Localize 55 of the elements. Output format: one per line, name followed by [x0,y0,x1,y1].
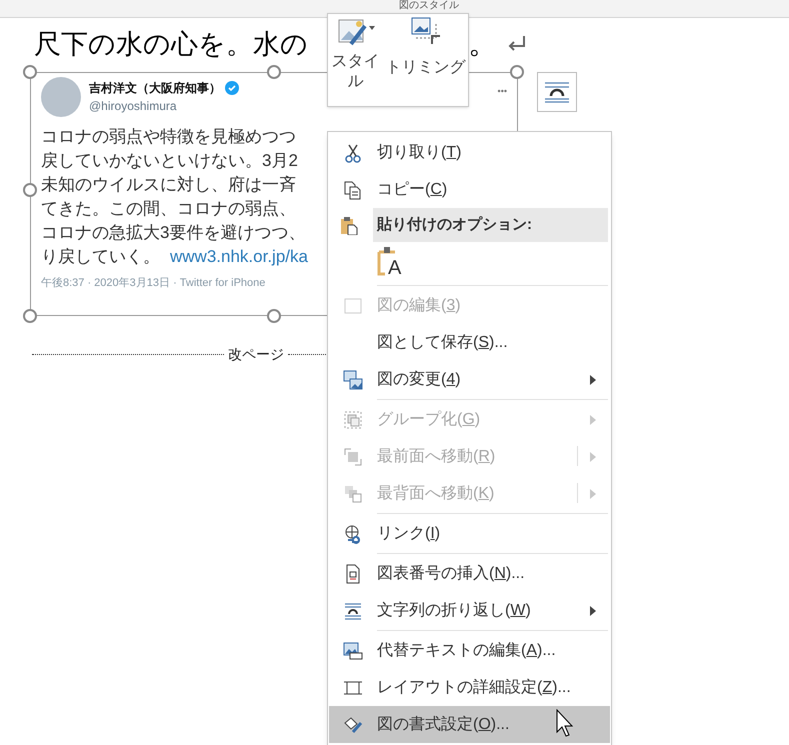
bring-forward-icon [343,446,363,466]
menu-item[interactable]: 図の書式設定(O)... [329,706,610,743]
menu-item[interactable]: 図の変更(4) [329,361,610,398]
more-icon[interactable]: ••• [498,85,507,98]
tweet-text-line: 未知のウイルスに対し、府は一斉 [41,174,296,196]
tweet-author: 吉村洋文（大阪府知事） [89,80,221,97]
layout-options-button[interactable] [537,72,577,112]
globe-link-icon [343,524,363,544]
menu-item[interactable]: 図として保存(S)... [329,324,610,361]
page-break-label: 改ページ [227,345,285,364]
submenu-arrow-icon [590,415,596,425]
copy-icon [343,180,363,200]
ribbon-group-label: 図のスタイル [399,0,459,11]
resize-handle[interactable] [267,309,281,323]
menu-item[interactable]: リンク(I) [329,515,610,552]
submenu-arrow-icon [590,452,596,462]
format-paint-icon [343,714,363,734]
resize-handle[interactable] [23,65,37,79]
group-icon [343,410,363,430]
resize-handle[interactable] [510,65,524,79]
text-wrap-icon [544,80,570,104]
menu-item[interactable]: 図表番号の挿入(N)... [329,555,610,592]
tweet-text-line: てきた。この間、コロナの弱点、 [41,198,296,220]
avatar [41,77,81,117]
tweet-text-line: コロナの急拡大3要件を避けつつ、 [41,222,306,244]
heading-text: 尺下の水の心を。水の [34,28,308,61]
scissors-icon [343,142,363,162]
tweet-text-line: コロナの弱点や特徴を見極めつつ [41,126,296,148]
tweet-text-line: り戻していく。 www3.nhk.or.jp/ka [41,246,308,268]
menu-item[interactable]: 文字列の折り返し(W) [329,592,610,629]
clipboard-icon [339,215,359,235]
tweet-footer: 午後8:37 · 2020年3月13日 · Twitter for iPhone [41,275,266,292]
menu-item[interactable]: 代替テキストの編集(A)... [329,632,610,669]
tweet-link[interactable]: www3.nhk.or.jp/ka [170,247,308,266]
send-backward-icon [343,484,363,504]
submenu-arrow-icon [590,606,596,616]
submenu-arrow-icon [590,375,596,385]
picture-swap-icon [343,370,363,390]
toolbar-button[interactable]: スタイル [328,16,382,106]
text-wrap-icon [343,600,363,620]
menu-item[interactable]: コピー(C) [329,171,610,208]
keep-text-only-button[interactable]: A [377,246,407,280]
menu-item[interactable]: レイアウトの詳細設定(Z)... [329,669,610,706]
alt-text-icon [343,640,363,660]
tweet-handle: @hiroyoshimura [89,98,178,115]
resize-handle[interactable] [23,183,37,197]
paragraph-mark-icon [508,36,526,52]
resize-handle[interactable] [23,309,37,323]
submenu-arrow-icon [590,489,596,499]
tweet-text-line: 戻していかないといけない。3月2 [41,150,298,172]
menu-item[interactable]: 切り取り(T) [329,134,610,171]
heading-text: 。 [468,26,498,62]
mouse-cursor-icon [556,709,576,737]
resize-handle[interactable] [267,65,281,79]
toolbar-button[interactable]: トリミング [384,16,468,106]
